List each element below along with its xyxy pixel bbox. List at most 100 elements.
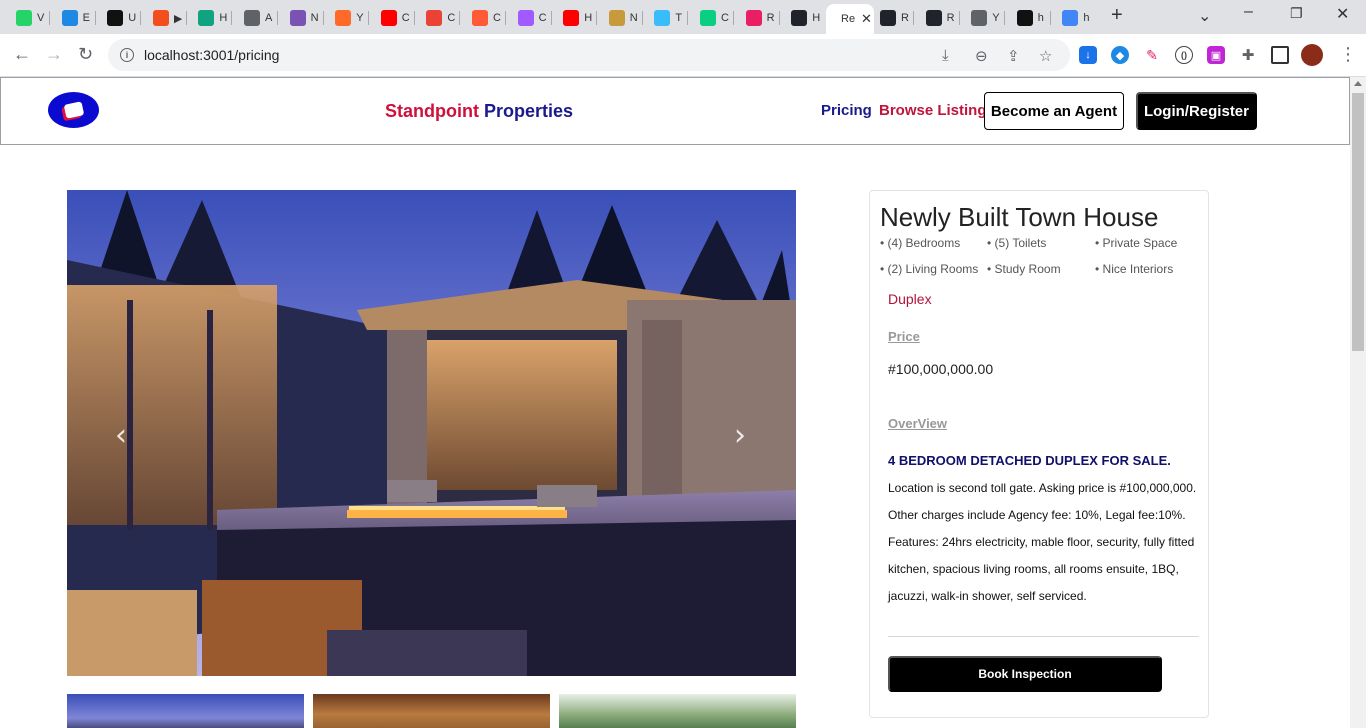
purple-extension-icon[interactable]: ▣ [1207,46,1225,64]
chatgpt-icon [198,10,215,26]
figma-icon [152,10,169,26]
react-icon [925,10,942,26]
browser-toolbar: ← → ↻ i localhost:3001/pricing ⤓ ⊖ ⇪ ☆ ↓… [0,34,1366,77]
restore-icon[interactable]: ❐ [1290,5,1303,22]
install-icon[interactable]: ⤓ [942,47,949,64]
color-picker-extension-icon[interactable]: ✎ [1143,46,1161,64]
tab-8[interactable]: C [371,4,415,32]
tab-2[interactable]: U [97,4,142,32]
tab-16[interactable]: R [736,4,780,32]
youtube-icon [563,10,580,26]
youtube-icon [380,10,397,26]
bootstrap-icon [289,10,306,26]
forward-arrow-icon[interactable]: → [45,44,63,65]
tab-right-2[interactable]: Y [961,4,1006,32]
thumbnail-1[interactable] [67,694,304,728]
tab-active[interactable]: Re ✕ [826,4,874,34]
share-icon[interactable]: ⇪ [1007,47,1020,65]
address-bar[interactable]: i localhost:3001/pricing ⤓ ⊖ ⇪ ☆ [108,39,1070,71]
page-scrollbar[interactable] [1350,77,1366,728]
tab-11[interactable]: C [508,4,552,32]
feature-private-space: • Private Space [1095,236,1178,250]
tab-12[interactable]: H [553,4,598,32]
tab-right-0[interactable]: R [870,4,914,32]
code-extension-icon[interactable]: () [1175,46,1193,64]
nav-link-pricing[interactable]: Pricing [821,102,872,119]
new-tab-button[interactable]: + [1111,4,1123,27]
tab-17[interactable]: H [781,4,825,32]
react-icon [791,10,808,26]
tab-15[interactable]: C [690,4,734,32]
tab-label: C [538,12,547,24]
tab-label: T [675,12,683,24]
tab-label: h [1037,12,1044,24]
profile-avatar[interactable] [1301,44,1323,66]
window-close-icon[interactable]: ✕ [1336,4,1349,24]
tab-0[interactable]: V [6,4,50,32]
tab-label: N [629,12,638,24]
feature-toilets: • (5) Toilets [987,236,1047,250]
site-navbar: Standpoint Properties Pricing Browse Lis… [0,77,1350,145]
tab-7[interactable]: Y [325,4,370,32]
tab-4[interactable]: H [188,4,233,32]
tab-5[interactable]: A [234,4,278,32]
reload-icon[interactable]: ↻ [78,44,93,65]
price-value: #100,000,000.00 [888,361,994,377]
globe-icon [971,10,988,26]
carousel-prev-arrow[interactable]: ‹ [115,418,127,453]
browser-menu-icon[interactable]: ⋮ [1339,44,1357,65]
tab-active-label: Re [841,13,855,25]
tab-label: A [265,12,273,24]
back-arrow-icon[interactable]: ← [13,44,31,65]
carousel-next-arrow[interactable]: › [734,418,746,453]
tab-search-icon[interactable]: ⌄ [1198,6,1211,26]
brand-name[interactable]: Standpoint Properties [385,101,573,122]
tab-right-1[interactable]: R [916,4,960,32]
logo[interactable] [48,92,99,128]
tab-10[interactable]: C [462,4,506,32]
extensions-puzzle-icon[interactable]: ✚ [1239,46,1257,64]
tab-13[interactable]: N [599,4,643,32]
codepen-icon [472,10,488,26]
tab-label: C [447,12,456,24]
globe-icon [244,10,260,26]
github-icon [1016,10,1033,26]
property-title: Newly Built Town House [880,202,1159,232]
tab-9[interactable]: C [416,4,461,32]
book-inspection-button[interactable]: Book Inspection [888,656,1162,692]
blue-extension-icon[interactable]: ◆ [1111,46,1129,64]
site-info-icon[interactable]: i [120,48,134,62]
tab-1[interactable]: E [52,4,96,32]
feature-living-rooms: • (2) Living Rooms [880,262,979,276]
zoom-icon[interactable]: ⊖ [975,47,988,65]
side-panel-icon[interactable] [1271,46,1289,64]
tailwind-icon [654,10,671,26]
login-register-button[interactable]: Login/Register [1136,92,1257,130]
overview-label: OverView [888,416,948,431]
tab-label: C [401,12,410,24]
scroll-up-arrow-icon[interactable] [1354,81,1362,86]
tab-label: R [766,12,775,24]
orange-app-icon [335,10,352,26]
nav-link-browse-listing[interactable]: Browse Listing [879,102,987,119]
bookmark-star-icon[interactable]: ☆ [1039,47,1052,65]
minimize-icon[interactable]: – [1244,3,1253,21]
figma-icon [700,10,716,26]
tab-label: E [82,12,90,24]
tab-right-3[interactable]: h [1007,4,1051,32]
thumbnail-2[interactable] [313,694,550,728]
property-image-carousel[interactable]: ‹ › [67,190,796,676]
become-agent-button[interactable]: Become an Agent [984,92,1124,130]
tab-14[interactable]: T [644,4,689,32]
tab-6[interactable]: N [280,4,324,32]
thumbnail-3[interactable] [559,694,796,728]
tab-3[interactable]: ▶ [143,4,187,32]
scrollbar-thumb[interactable] [1352,93,1364,351]
edge-icon [61,10,78,26]
brand-name-part1: Standpoint [385,101,484,121]
tab-right-4[interactable]: h [1052,4,1096,32]
tab-label: R [946,12,955,24]
tab-label: H [584,12,593,24]
react-icon [745,10,762,26]
download-extension-icon[interactable]: ↓ [1079,46,1097,64]
